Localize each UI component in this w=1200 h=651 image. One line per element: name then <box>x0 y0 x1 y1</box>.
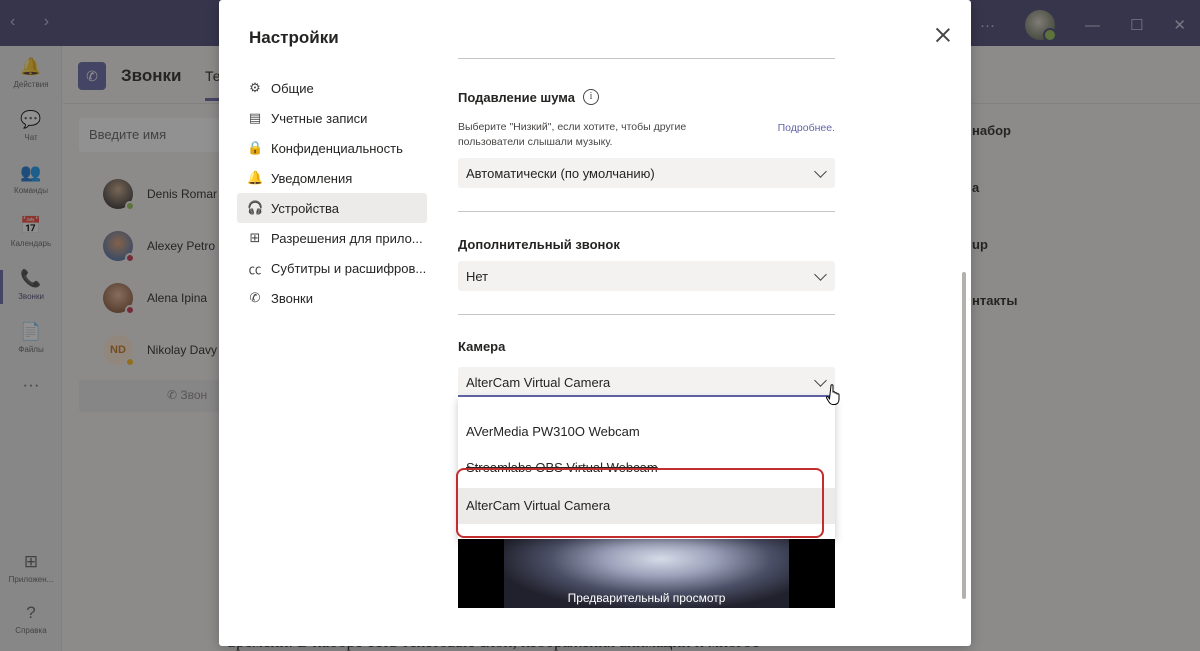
learn-more-link[interactable]: Подробнее. <box>778 122 835 134</box>
id-card-icon: ▤ <box>248 110 262 125</box>
close-icon[interactable] <box>935 27 951 43</box>
chevron-down-icon <box>814 165 827 178</box>
divider <box>458 314 835 315</box>
nav-accounts[interactable]: ▤ Учетные записи <box>237 103 427 133</box>
chevron-down-icon <box>814 268 827 281</box>
nav-general[interactable]: ⚙ Общие <box>237 73 427 103</box>
hand-cursor-icon <box>826 384 840 405</box>
nav-notifications[interactable]: 🔔 Уведомления <box>237 163 427 193</box>
phone-icon: ✆ <box>249 290 261 305</box>
gear-icon: ⚙ <box>249 80 261 95</box>
dialog-title: Настройки <box>249 28 339 47</box>
highlight-box <box>456 468 824 538</box>
info-icon[interactable]: i <box>583 89 599 105</box>
lock-icon: 🔒 <box>247 140 264 155</box>
nav-privacy[interactable]: 🔒 Конфиденциальность <box>237 133 427 163</box>
secondary-ringer-select[interactable]: Нет <box>458 261 835 291</box>
divider <box>458 211 835 212</box>
noise-suppression-heading: Подавление шума i <box>458 89 599 105</box>
noise-description: Выберите "Низкий", если хотите, чтобы др… <box>458 121 687 148</box>
settings-content: Подавление шума i Выберите "Низкий", есл… <box>458 0 835 646</box>
camera-preview: Предварительный просмотр <box>458 538 835 608</box>
nav-calls[interactable]: ✆ Звонки <box>237 283 427 313</box>
noise-suppression-select[interactable]: Автоматически (по умолчанию) <box>458 158 835 188</box>
camera-heading: Камера <box>458 339 506 354</box>
bell-icon: 🔔 <box>247 170 264 185</box>
scrollbar[interactable] <box>962 272 966 599</box>
apps-icon: ⊞ <box>249 230 261 245</box>
nav-app-permissions[interactable]: ⊞ Разрешения для прило... <box>237 223 427 253</box>
nav-devices[interactable]: 🎧 Устройства <box>237 193 427 223</box>
camera-option[interactable]: AVerMedia PW310O Webcam <box>458 414 835 450</box>
headset-icon: 🎧 <box>247 200 264 215</box>
chevron-down-icon <box>814 374 827 387</box>
preview-label: Предварительный просмотр <box>567 591 726 605</box>
nav-captions[interactable]: ㏄ Субтитры и расшифров... <box>237 253 427 283</box>
secondary-ringer-heading: Дополнительный звонок <box>458 237 620 252</box>
camera-select[interactable]: AlterCam Virtual Camera <box>458 367 835 397</box>
divider <box>458 58 835 59</box>
cc-icon: ㏄ <box>248 261 262 277</box>
settings-dialog: Настройки ⚙ Общие ▤ Учетные записи 🔒 Конфид… <box>219 0 971 646</box>
settings-nav: ⚙ Общие ▤ Учетные записи 🔒 Конфиденциальнос… <box>237 73 427 313</box>
